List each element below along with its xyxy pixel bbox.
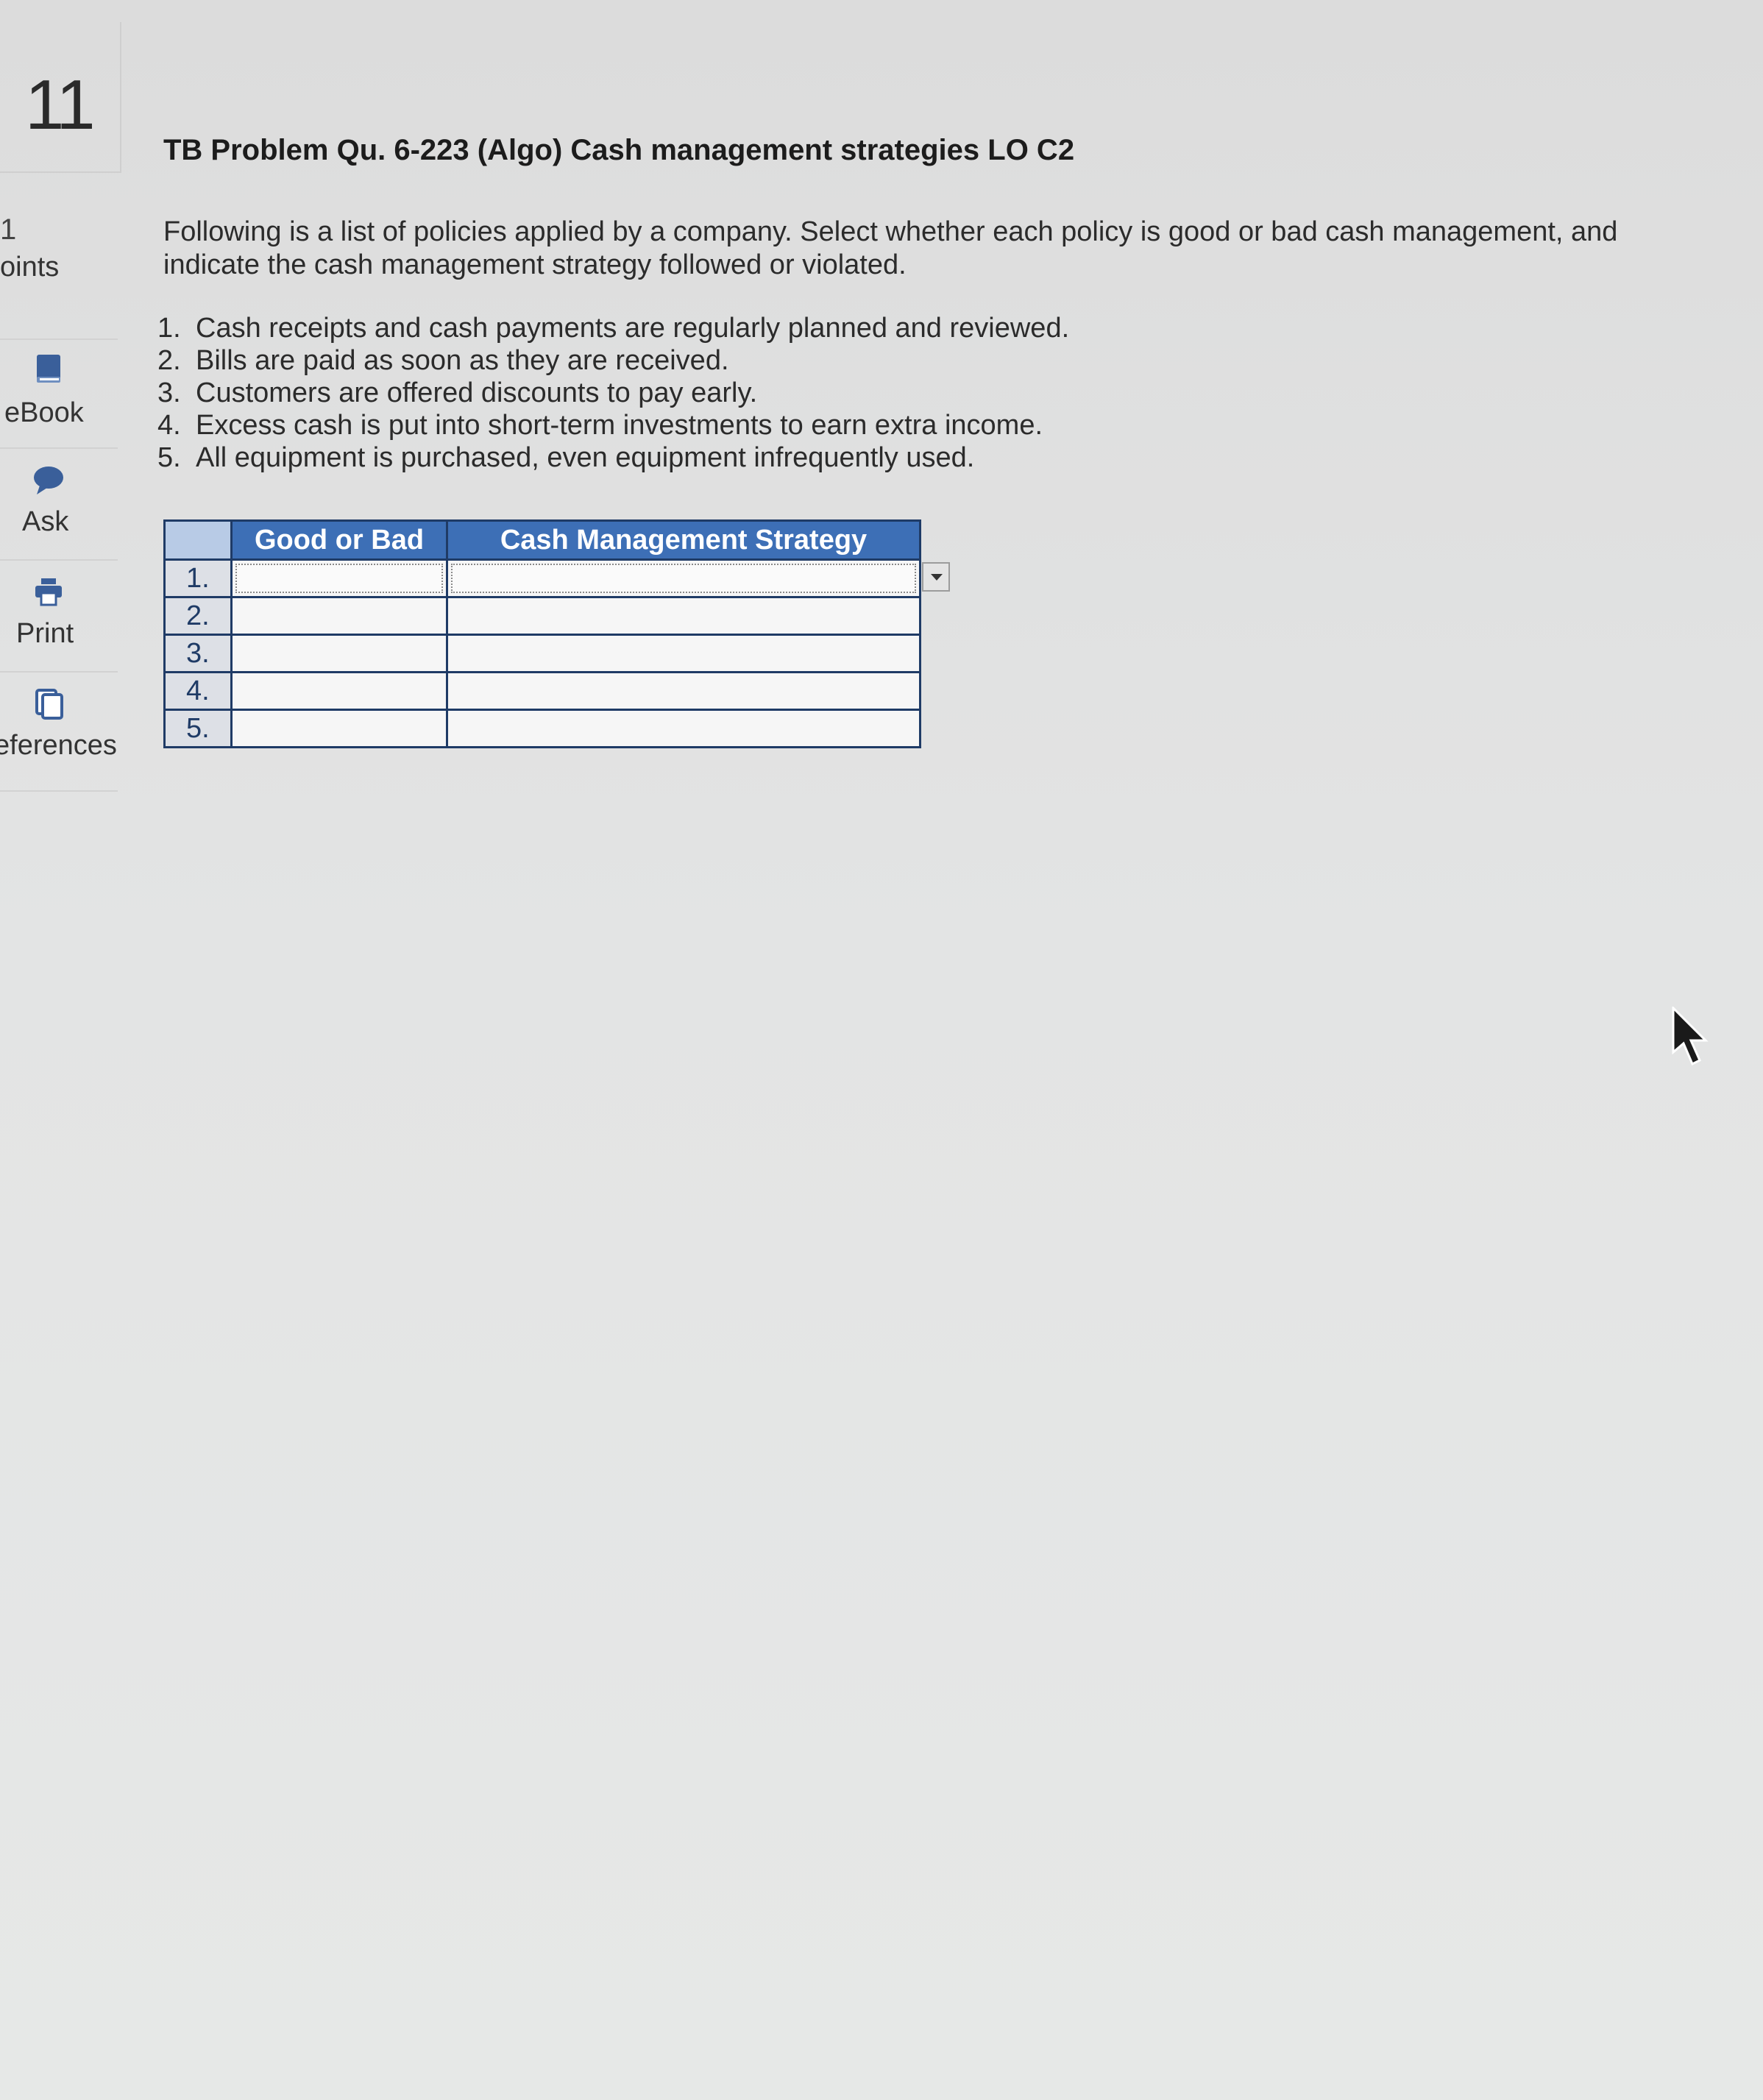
answer-row: 4. [163, 671, 921, 711]
strategy-cell[interactable] [446, 709, 921, 748]
good-or-bad-select[interactable] [235, 714, 443, 743]
problem-instructions: Following is a list of policies applied … [163, 216, 1618, 280]
book-icon [37, 355, 60, 383]
policy-number: 5. [157, 442, 181, 473]
points-label: oints [0, 252, 60, 283]
ask-label: Ask [22, 506, 69, 537]
good-or-bad-cell[interactable] [230, 709, 448, 748]
strategy-select[interactable] [451, 601, 916, 631]
policy-number: 3. [157, 377, 181, 408]
strategy-cell[interactable] [446, 596, 921, 636]
policy-item: 1. Cash receipts and cash payments are re… [157, 312, 1069, 344]
good-or-bad-header: Good or Bad [230, 519, 448, 561]
strategy-select[interactable] [451, 714, 916, 743]
answer-row: 2. [163, 596, 921, 636]
question-number-box: 11 [0, 22, 121, 173]
ebook-button[interactable]: eBook [0, 338, 118, 449]
answer-row: 3. [163, 634, 921, 673]
policy-item: 2. Bills are paid as soon as they are rec… [157, 344, 1069, 377]
policy-number: 4. [157, 410, 181, 441]
row-number: 3. [163, 634, 233, 673]
good-or-bad-cell[interactable] [230, 634, 448, 673]
good-or-bad-select[interactable] [235, 676, 443, 706]
policy-text: Excess cash is put into short-term inves… [196, 410, 1043, 441]
row-number: 5. [163, 709, 233, 748]
printer-icon [35, 578, 62, 606]
policy-list: 1. Cash receipts and cash payments are re… [157, 312, 1069, 474]
ebook-label: eBook [4, 397, 84, 428]
question-sidebar: 11 1 oints eBook Ask Print eferences [0, 0, 125, 795]
question-number: 11 [25, 65, 96, 144]
policy-item: 3. Customers are offered discounts to pay… [157, 377, 1069, 409]
row-number: 4. [163, 671, 233, 711]
grid-corner-header [163, 519, 233, 561]
policy-item: 5. All equipment is purchased, even equip… [157, 441, 1069, 474]
policy-text: Cash receipts and cash payments are regu… [196, 313, 1070, 344]
strategy-select[interactable] [451, 676, 916, 706]
row-number: 2. [163, 596, 233, 636]
policy-item: 4. Excess cash is put into short-term inv… [157, 409, 1069, 441]
strategy-select[interactable] [451, 639, 916, 668]
good-or-bad-select[interactable] [235, 639, 443, 668]
policy-text: Customers are offered discounts to pay e… [196, 377, 758, 408]
points-value: 1 [0, 213, 17, 246]
ask-button[interactable]: Ask [0, 450, 118, 561]
references-button[interactable]: eferences [0, 674, 118, 792]
answer-row: 1. [163, 558, 950, 598]
good-or-bad-cell[interactable] [230, 671, 448, 711]
strategy-cell[interactable] [446, 671, 921, 711]
problem-title: TB Problem Qu. 6-223 (Algo) Cash managem… [163, 134, 1075, 166]
good-or-bad-select[interactable] [235, 601, 443, 631]
mouse-pointer-icon [1672, 1007, 1709, 1066]
strategy-header: Cash Management Strategy [446, 519, 921, 561]
policy-text: All equipment is purchased, even equipme… [196, 442, 975, 473]
answer-row: 5. [163, 709, 921, 748]
references-label: eferences [0, 730, 117, 761]
row-number: 1. [163, 558, 233, 598]
policy-number: 1. [157, 313, 181, 344]
print-button[interactable]: Print [0, 562, 118, 673]
chevron-down-icon[interactable] [922, 562, 950, 592]
answer-grid-header-row: Good or Bad Cash Management Strategy [163, 519, 921, 561]
strategy-select[interactable] [451, 564, 916, 593]
references-icon [35, 689, 63, 720]
answer-grid: Good or Bad Cash Management Strategy 1. … [163, 519, 950, 748]
good-or-bad-cell[interactable] [230, 596, 448, 636]
strategy-cell[interactable] [446, 634, 921, 673]
strategy-cell[interactable] [446, 558, 950, 598]
print-label: Print [16, 618, 74, 649]
chat-bubble-icon [34, 467, 63, 494]
good-or-bad-cell[interactable] [230, 558, 448, 598]
policy-number: 2. [157, 345, 181, 376]
good-or-bad-select[interactable] [235, 564, 443, 593]
policy-text: Bills are paid as soon as they are recei… [196, 345, 729, 376]
